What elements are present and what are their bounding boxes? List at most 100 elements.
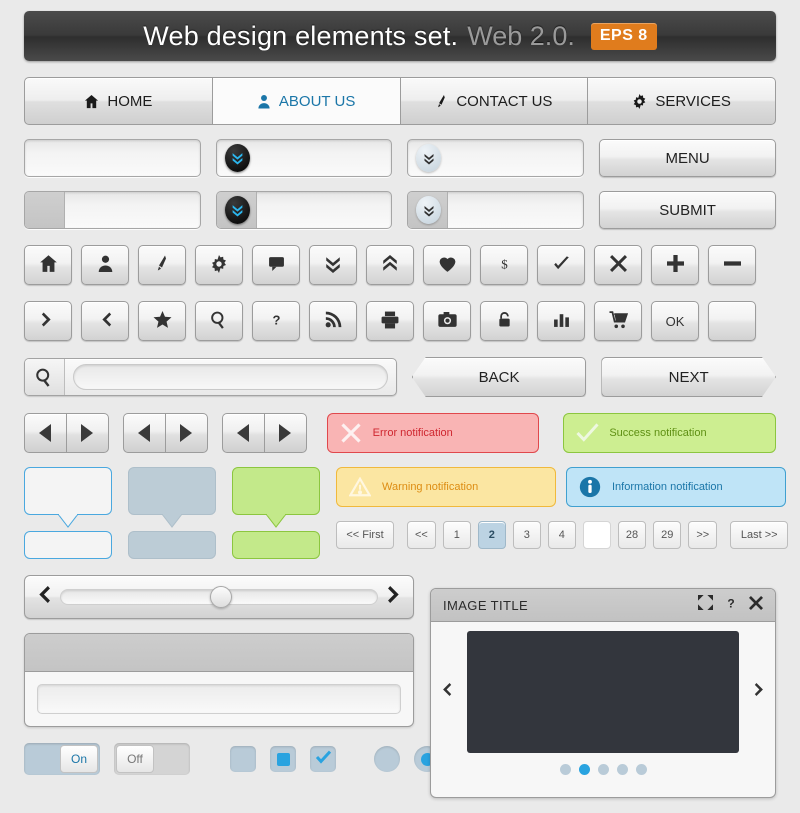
pagination-next[interactable]: >> bbox=[688, 521, 718, 549]
submit-button[interactable]: SUBMIT bbox=[599, 191, 777, 229]
help-icon[interactable]: ? bbox=[725, 595, 737, 616]
input-row-1: MENU bbox=[24, 139, 777, 177]
text-input-light-badge[interactable] bbox=[407, 139, 585, 177]
menu-button[interactable]: MENU bbox=[599, 139, 777, 177]
pagination-prev[interactable]: << bbox=[407, 521, 436, 549]
lightbox-dot-active[interactable] bbox=[578, 764, 590, 775]
icon-button-comment[interactable] bbox=[252, 245, 300, 285]
nav-item-home[interactable]: HOME bbox=[24, 77, 213, 125]
icon-button-cart[interactable] bbox=[594, 301, 642, 341]
icon-button-printer[interactable] bbox=[366, 301, 414, 341]
icon-button-magnifier[interactable] bbox=[195, 301, 243, 341]
chevron-right-icon[interactable] bbox=[387, 585, 404, 609]
pagination: << First << 1 2 3 4 28 29 >> Last >> bbox=[336, 521, 789, 549]
icon-button-user[interactable] bbox=[81, 245, 129, 285]
nav-item-services[interactable]: SERVICES bbox=[588, 77, 776, 125]
eps-badge: EPS 8 bbox=[590, 22, 657, 50]
slider-track[interactable] bbox=[60, 586, 378, 608]
pagination-page-blank[interactable] bbox=[582, 521, 611, 549]
checkbox-checked[interactable] bbox=[310, 746, 336, 772]
bubble-body bbox=[24, 467, 112, 515]
checkbox-empty[interactable] bbox=[230, 746, 256, 772]
next-button[interactable] bbox=[65, 413, 109, 453]
pagination-page-2[interactable]: 2 bbox=[477, 521, 506, 549]
icon-button-rss[interactable] bbox=[309, 301, 357, 341]
icon-button-pencil[interactable] bbox=[138, 245, 186, 285]
pagination-last[interactable]: Last >> bbox=[730, 521, 789, 549]
icon-button-blank[interactable] bbox=[708, 301, 756, 341]
close-icon[interactable] bbox=[749, 595, 763, 615]
nav-item-contact-us[interactable]: CONTACT US bbox=[400, 77, 589, 125]
toggle-on[interactable]: On bbox=[24, 743, 100, 775]
lightbox-dot[interactable] bbox=[616, 764, 628, 775]
checkbox-filled[interactable] bbox=[270, 746, 296, 772]
pagination-first[interactable]: << First bbox=[336, 521, 394, 549]
icon-button-gear[interactable] bbox=[195, 245, 243, 285]
lightbox-dot[interactable] bbox=[635, 764, 647, 775]
icon-button-dollar[interactable]: $ bbox=[480, 245, 528, 285]
icon-button-lock[interactable] bbox=[480, 301, 528, 341]
icon-button-plus[interactable] bbox=[651, 245, 699, 285]
double-chevron-up-icon bbox=[381, 254, 399, 276]
toggle-off[interactable]: Off bbox=[114, 743, 190, 775]
gear-icon bbox=[632, 93, 647, 109]
icon-button-check[interactable] bbox=[537, 245, 585, 285]
panel-input[interactable] bbox=[37, 684, 401, 714]
expand-icon[interactable] bbox=[698, 595, 713, 615]
chevron-left-icon[interactable] bbox=[34, 585, 51, 609]
icon-button-ok[interactable]: OK bbox=[651, 301, 699, 341]
user-icon bbox=[97, 254, 114, 276]
icon-button-chevron-right[interactable] bbox=[24, 301, 72, 341]
plus-icon bbox=[666, 255, 684, 275]
text-input-plain[interactable] bbox=[24, 139, 201, 177]
icon-button-star[interactable] bbox=[138, 301, 186, 341]
icon-button-bar-chart[interactable] bbox=[537, 301, 585, 341]
prev-button[interactable] bbox=[221, 413, 264, 453]
nav-item-label: SERVICES bbox=[655, 92, 731, 110]
next-button[interactable]: NEXT bbox=[601, 357, 776, 397]
prev-button[interactable] bbox=[122, 413, 165, 453]
text-input-segmented[interactable] bbox=[24, 191, 201, 229]
double-chevron-down-icon[interactable] bbox=[416, 196, 442, 224]
back-button[interactable]: BACK bbox=[411, 357, 587, 397]
text-input-dark-badge-segmented[interactable] bbox=[215, 191, 393, 229]
search-box[interactable] bbox=[24, 358, 397, 396]
info-circle-icon bbox=[578, 475, 602, 499]
icon-button-chevron-left[interactable] bbox=[81, 301, 129, 341]
icon-button-home[interactable] bbox=[24, 245, 72, 285]
slider-control[interactable] bbox=[24, 575, 414, 619]
icon-button-double-chevron-down[interactable] bbox=[309, 245, 357, 285]
icon-button-minus[interactable] bbox=[708, 245, 756, 285]
icon-button-heart[interactable] bbox=[423, 245, 471, 285]
pagination-page-1[interactable]: 1 bbox=[442, 521, 471, 549]
search-input[interactable] bbox=[73, 364, 388, 390]
pagination-page-3[interactable]: 3 bbox=[512, 521, 541, 549]
slider-knob[interactable] bbox=[209, 586, 232, 608]
icon-button-question[interactable]: ? bbox=[252, 301, 300, 341]
lightbox-dot[interactable] bbox=[559, 764, 571, 775]
icon-button-close[interactable] bbox=[594, 245, 642, 285]
lightbox-dot[interactable] bbox=[597, 764, 609, 775]
double-chevron-down-icon[interactable] bbox=[224, 144, 250, 172]
home-icon bbox=[39, 254, 58, 276]
radio-empty[interactable] bbox=[374, 746, 400, 772]
prev-button[interactable] bbox=[24, 413, 66, 453]
magnifier-icon[interactable] bbox=[25, 359, 65, 395]
text-input-dark-badge[interactable] bbox=[215, 139, 393, 177]
pagination-page-4[interactable]: 4 bbox=[547, 521, 576, 549]
double-chevron-down-icon[interactable] bbox=[416, 144, 442, 172]
speech-bubble-green bbox=[232, 467, 320, 559]
lightbox-next-icon[interactable] bbox=[754, 680, 767, 705]
nav-item-about-us[interactable]: ABOUT US bbox=[212, 77, 401, 125]
svg-text:$: $ bbox=[501, 256, 508, 271]
icon-button-camera[interactable] bbox=[423, 301, 471, 341]
icon-button-double-chevron-up[interactable] bbox=[366, 245, 414, 285]
pagination-page-28[interactable]: 28 bbox=[617, 521, 647, 549]
next-button[interactable] bbox=[263, 413, 307, 453]
double-chevron-down-icon[interactable] bbox=[224, 196, 250, 224]
text-input-light-badge-segmented[interactable] bbox=[407, 191, 585, 229]
pencil-icon bbox=[154, 254, 170, 276]
next-button[interactable] bbox=[164, 413, 208, 453]
pagination-page-29[interactable]: 29 bbox=[653, 521, 682, 549]
lightbox-prev-icon[interactable] bbox=[439, 680, 452, 705]
